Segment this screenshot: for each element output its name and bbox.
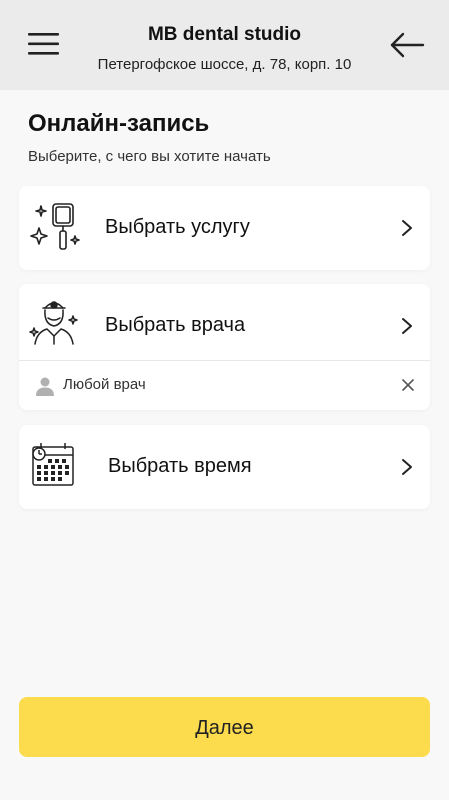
- hamburger-menu-icon[interactable]: [27, 30, 61, 58]
- calendar-icon: [27, 439, 81, 493]
- select-doctor-label: Выбрать врача: [105, 314, 246, 336]
- select-time-button[interactable]: Выбрать время: [19, 425, 430, 509]
- select-doctor-button[interactable]: Выбрать врача: [19, 284, 430, 360]
- select-time-label: Выбрать время: [108, 455, 252, 477]
- chevron-right-icon: [400, 317, 414, 335]
- chevron-right-icon: [400, 458, 414, 476]
- page-subtitle: Выберите, с чего вы хотите начать: [28, 148, 271, 165]
- select-service-card[interactable]: Выбрать услугу: [19, 186, 430, 270]
- select-service-button[interactable]: Выбрать услугу: [19, 186, 430, 270]
- person-icon: [35, 376, 55, 396]
- arrow-left-icon[interactable]: [388, 30, 426, 60]
- select-doctor-card: Выбрать врача Любой врач: [19, 284, 430, 410]
- selected-doctor-row: Любой врач: [19, 361, 430, 410]
- app-header: MB dental studio Петергофское шоссе, д. …: [0, 0, 449, 90]
- page-title: Онлайн-запись: [28, 110, 210, 137]
- chevron-right-icon: [400, 219, 414, 237]
- select-service-label: Выбрать услугу: [105, 216, 250, 238]
- clinic-address: Петергофское шоссе, д. 78, корп. 10: [97, 56, 352, 73]
- next-button[interactable]: Далее: [19, 697, 430, 757]
- dental-mirror-icon: [27, 200, 81, 254]
- close-icon[interactable]: [398, 375, 418, 395]
- selected-doctor-label: Любой врач: [63, 376, 146, 393]
- select-time-card[interactable]: Выбрать время: [19, 425, 430, 509]
- doctor-icon: [27, 294, 81, 348]
- clinic-name: MB dental studio: [147, 24, 302, 45]
